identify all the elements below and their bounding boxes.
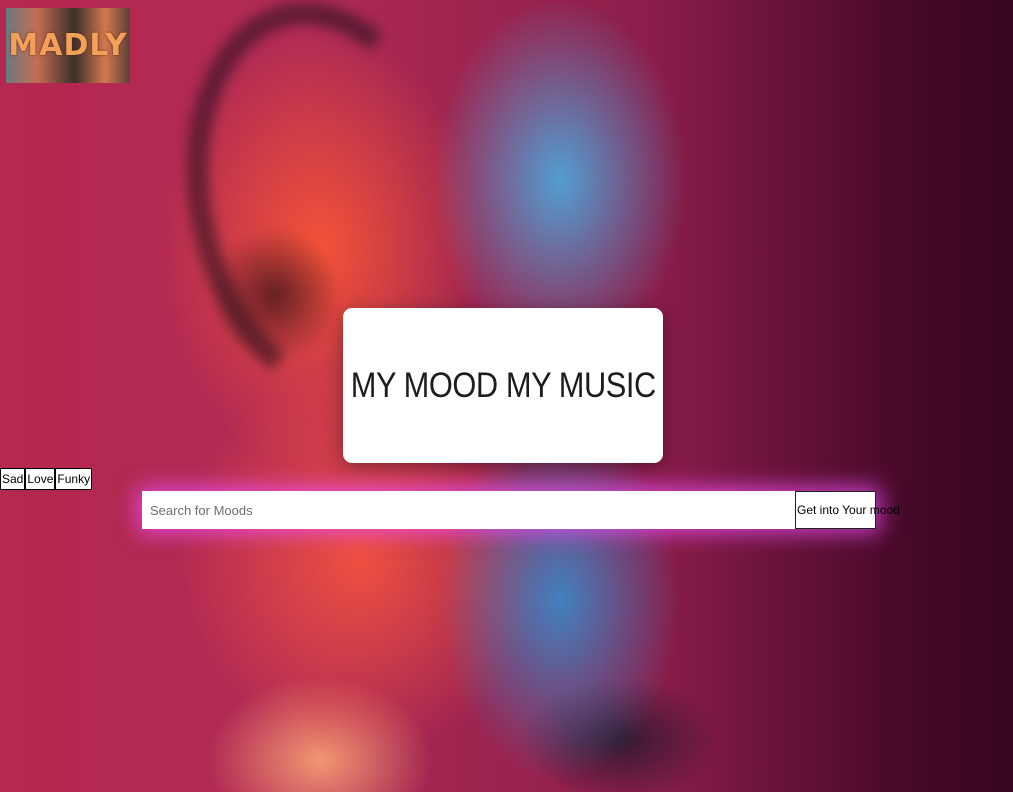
search-submit-button[interactable]: Get into Your mood [795,491,900,529]
search-bar: Get into Your mood [142,491,900,529]
title-card: MY MOOD MY MUSIC [343,308,663,463]
earcup-graphic [215,220,335,370]
page-title: MY MOOD MY MUSIC [350,365,656,405]
search-input[interactable] [142,491,795,529]
mood-button-funky[interactable]: Funky [55,468,93,490]
site-logo[interactable]: MADLY [6,8,130,83]
mood-button-group: Sad Love Funky [0,468,93,490]
mood-button-sad[interactable]: Sad [0,468,26,490]
mood-button-love[interactable]: Love [25,468,56,490]
logo-text: MADLY [8,28,128,63]
page-background: MADLY MY MOOD MY MUSIC Sad Love Funky Ge… [0,0,1013,792]
